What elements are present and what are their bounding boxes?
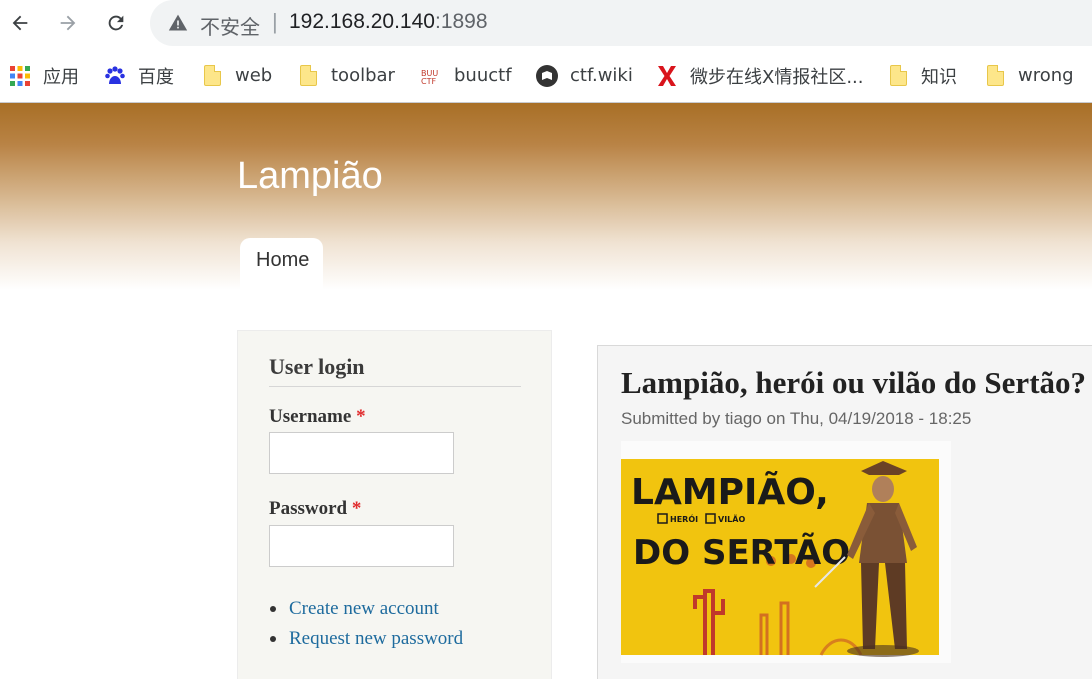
poster-option2: VILÃO [718,514,745,524]
arrow-right-icon [60,15,76,31]
threatbook-x-icon [656,65,678,87]
bookmark-threatbook[interactable]: 微步在线X情报社区... [656,48,864,103]
login-links: Create new account Request new password [269,594,463,654]
article-title[interactable]: Lampião, herói ou vilão do Sertão? [621,365,1086,401]
folder-icon [887,65,909,87]
address-url[interactable]: 192.168.20.140:1898 [289,10,488,34]
article-image: LAMPIÃO, HERÓI VILÃO DO SERTÃO [621,441,951,663]
bookmark-label: wrong [1018,65,1074,86]
reload-icon [108,15,124,31]
poster-line1: LAMPIÃO, [631,471,829,513]
bookmark-label: 应用 [43,66,79,88]
bookmark-folder-toolbar[interactable]: toolbar [297,48,395,103]
poster-line2: DO SERTÃO [633,532,850,573]
bookmark-folder-wrong[interactable]: wrong [984,48,1074,103]
bookmark-label: web [235,65,273,86]
bookmark-folder-web[interactable]: web [201,48,272,103]
folder-icon [984,65,1006,87]
bullet-icon [270,636,276,642]
required-marker: * [356,406,366,427]
request-password-link[interactable]: Request new password [289,628,463,650]
required-marker: * [351,498,362,519]
password-label: Password * [269,498,361,520]
username-input[interactable] [269,432,454,474]
forward-button[interactable] [53,8,83,38]
site-header: Lampião Home [0,103,1092,290]
browser-chrome: 不安全 | 192.168.20.140:1898 应用 百度 web tool… [0,0,1092,103]
password-input[interactable] [269,525,454,567]
bookmark-label: ctf.wiki [570,65,633,86]
browser-toolbar: 不安全 | 192.168.20.140:1898 [0,0,1092,48]
user-login-block: User login Username * Password * Create … [237,330,552,679]
bookmark-label: 百度 [138,66,174,88]
username-label: Username * [269,406,366,428]
baidu-paw-icon [104,65,126,87]
reload-button[interactable] [101,8,131,38]
bookmark-label: buuctf [454,65,512,86]
folder-icon [297,65,319,87]
bullet-icon [270,606,276,612]
list-item: Request new password [269,624,463,654]
bookmark-label: toolbar [331,65,395,86]
create-account-link[interactable]: Create new account [289,598,439,620]
back-button[interactable] [5,8,35,38]
address-port: :1898 [434,10,488,33]
site-name[interactable]: Lampião [237,155,383,198]
password-label-text: Password [269,498,348,519]
apps-grid-icon [9,65,31,87]
address-host: 192.168.20.140 [289,10,435,33]
bookmark-label: 知识 [921,66,957,88]
block-title: User login [269,354,521,387]
bookmark-ctf-wiki[interactable]: ctf.wiki [536,48,633,103]
bookmarks-bar: 应用 百度 web toolbar BUU CTF buuctf ctf.wik… [0,48,1092,103]
nav-tab-home-label: Home [256,249,310,271]
security-label[interactable]: 不安全 [200,11,260,40]
list-item: Create new account [269,594,463,624]
warning-triangle-icon[interactable] [168,13,188,33]
article-meta: Submitted by tiago on Thu, 04/19/2018 - … [621,409,972,428]
address-separator: | [272,9,278,34]
svg-text:CTF: CTF [421,77,436,86]
poster-option1: HERÓI [670,513,698,524]
nav-tab-home[interactable]: Home [240,238,323,290]
ctf-wiki-icon [536,64,558,87]
folder-icon [201,65,223,87]
article-node: Lampião, herói ou vilão do Sertão? Submi… [597,345,1092,679]
bookmark-baidu[interactable]: 百度 [104,48,174,103]
bookmark-buuctf[interactable]: BUU CTF buuctf [420,48,512,103]
buuctf-icon: BUU CTF [420,65,442,87]
bookmark-apps[interactable]: 应用 [9,48,79,103]
username-label-text: Username [269,406,352,427]
address-bar[interactable]: 不安全 | 192.168.20.140:1898 [150,0,1092,46]
bookmark-folder-knowledge[interactable]: 知识 [887,48,957,103]
bookmark-label: 微步在线X情报社区... [690,66,864,88]
arrow-left-icon [12,15,28,31]
